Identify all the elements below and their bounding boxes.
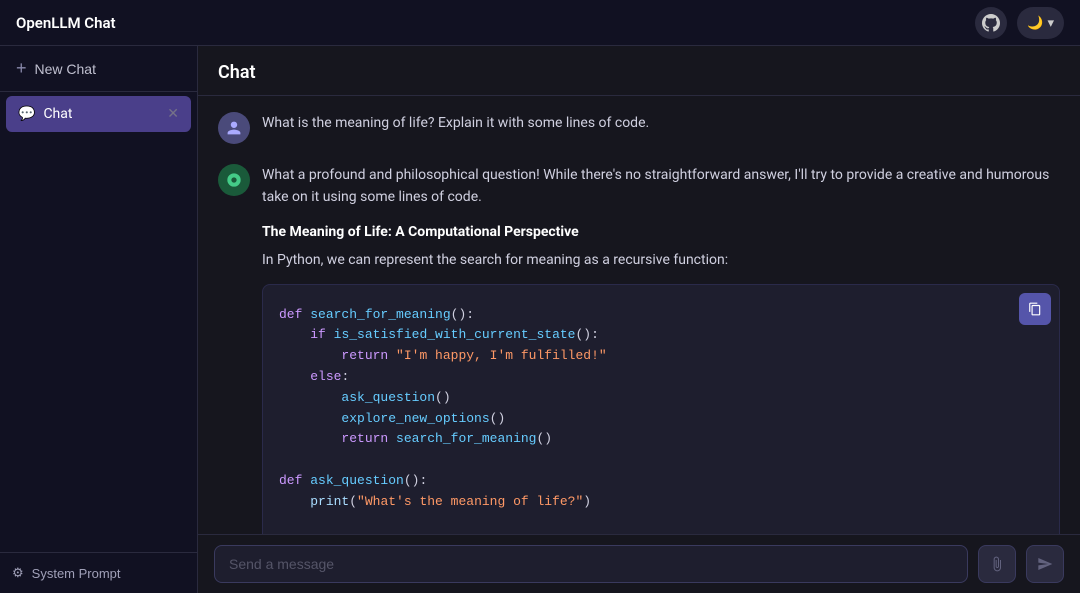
send-button[interactable] <box>1026 545 1064 583</box>
messages-list: What is the meaning of life? Explain it … <box>198 96 1080 534</box>
bot-message-content: What a profound and philosophical questi… <box>262 164 1060 534</box>
sidebar: + New Chat 💬 Chat ✕ ⚙ System Prompt <box>0 46 198 593</box>
theme-toggle-button[interactable]: 🌙 ▾ <box>1017 7 1064 39</box>
github-icon-button[interactable] <box>975 7 1007 39</box>
header-actions: 🌙 ▾ <box>975 7 1064 39</box>
chat-title: Chat <box>218 62 256 83</box>
bot-heading: The Meaning of Life: A Computational Per… <box>262 221 1060 243</box>
attach-button[interactable] <box>978 545 1016 583</box>
message-bot: What a profound and philosophical questi… <box>218 164 1060 534</box>
sidebar-item-label: Chat <box>43 106 72 122</box>
theme-caret-icon: ▾ <box>1047 15 1054 31</box>
bot-avatar <box>218 164 250 196</box>
system-prompt-label: System Prompt <box>32 566 121 581</box>
system-prompt-button[interactable]: ⚙ System Prompt <box>12 565 185 581</box>
chat-header: Chat <box>198 46 1080 96</box>
chat-icon: 💬 <box>18 106 35 122</box>
new-chat-label: New Chat <box>35 61 96 77</box>
moon-icon: 🌙 <box>1027 15 1043 31</box>
input-area <box>198 534 1080 593</box>
main-layout: + New Chat 💬 Chat ✕ ⚙ System Prompt Chat <box>0 46 1080 593</box>
chat-area: Chat What is the meaning of life? Explai… <box>198 46 1080 593</box>
message-user: What is the meaning of life? Explain it … <box>218 112 1060 144</box>
app-title: OpenLLM Chat <box>16 14 116 32</box>
settings-icon: ⚙ <box>12 565 24 581</box>
copy-code-button[interactable] <box>1019 293 1051 325</box>
chat-input[interactable] <box>214 545 968 583</box>
plus-icon: + <box>16 58 27 79</box>
user-message-text: What is the meaning of life? Explain it … <box>262 115 649 131</box>
app-header: OpenLLM Chat 🌙 ▾ <box>0 0 1080 46</box>
sidebar-bottom: ⚙ System Prompt <box>0 552 197 593</box>
sidebar-item-chat[interactable]: 💬 Chat ✕ <box>6 96 191 132</box>
new-chat-button[interactable]: + New Chat <box>0 46 197 92</box>
code-content: def search_for_meaning(): if is_satisfie… <box>263 285 1059 534</box>
delete-chat-icon[interactable]: ✕ <box>167 106 179 122</box>
code-block: def search_for_meaning(): if is_satisfie… <box>262 284 1060 534</box>
bot-intro-text: What a profound and philosophical questi… <box>262 164 1060 209</box>
bot-subtext: In Python, we can represent the search f… <box>262 249 1060 271</box>
user-avatar <box>218 112 250 144</box>
user-message-content: What is the meaning of life? Explain it … <box>262 112 1060 134</box>
